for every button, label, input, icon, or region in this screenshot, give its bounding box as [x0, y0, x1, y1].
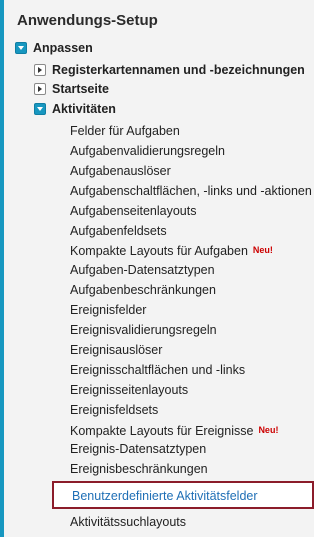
- new-badge: Neu!: [252, 245, 273, 256]
- tree-item[interactable]: Ereignisfeldsets: [70, 400, 158, 420]
- tree-item-activity-search-layouts[interactable]: Aktivitätssuchlayouts: [70, 512, 186, 532]
- highlighted-item-box: Benutzerdefinierte Aktivitätsfelder: [52, 481, 314, 509]
- tree-item-label: Aufgabenseitenlayouts: [70, 203, 197, 218]
- tree-item[interactable]: Aufgabenbeschränkungen: [70, 280, 216, 300]
- tree-item-label: Ereignisbeschränkungen: [70, 462, 208, 477]
- expand-toggle-icon[interactable]: [15, 42, 27, 54]
- tree-item-label: Felder für Aufgaben: [70, 124, 180, 138]
- tree-item-label: Ereignisfelder: [70, 303, 147, 318]
- tree-item-label: Ereignisvalidierungsregeln: [70, 323, 217, 337]
- panel-title: Anwendungs-Setup: [17, 12, 158, 29]
- new-badge: Neu!: [258, 424, 279, 435]
- tree-item-label: Aufgabenbeschränkungen: [70, 283, 216, 298]
- tree-item-label: Aufgabenauslöser: [70, 163, 171, 178]
- tree-item[interactable]: Ereignisseitenlayouts: [70, 380, 188, 400]
- tree-item[interactable]: Aufgabenseitenlayouts: [70, 201, 196, 221]
- tree-item-label: Ereignisschaltflächen und -links: [70, 362, 246, 377]
- tree-item-label: Aufgabenvalidierungsregeln: [70, 143, 225, 158]
- tree-item-label: Aufgabenfeldsets: [70, 223, 167, 238]
- tree-item-label: Aufgaben-Datensatztypen: [70, 263, 215, 278]
- tree-node-label: Startseite: [52, 82, 109, 96]
- tree-item[interactable]: Aufgabenauslöser: [70, 161, 171, 181]
- tree-node-anpassen[interactable]: Anpassen: [15, 38, 93, 58]
- tree-node-startseite[interactable]: Startseite: [34, 79, 109, 99]
- tree-item[interactable]: Ereignisschaltflächen und -links: [70, 360, 245, 380]
- tree-item[interactable]: Aufgabenfeldsets: [70, 221, 167, 241]
- tree-item[interactable]: Aufgaben-Datensatztypen: [70, 260, 215, 280]
- tree-node-label: Registerkartennamen und -bezeichnungen: [52, 63, 305, 77]
- expand-toggle-icon[interactable]: [34, 103, 46, 115]
- tree-item-label: Ereignis-Datensatztypen: [70, 442, 207, 457]
- tree-node-registerkarten[interactable]: Registerkartennamen und -bezeichnungen: [34, 60, 305, 80]
- tree-item[interactable]: Aufgabenvalidierungsregeln: [70, 141, 225, 161]
- tree-item[interactable]: Ereignis-Datensatztypen: [70, 439, 206, 459]
- tree-item[interactable]: Ereignisauslöser: [70, 340, 162, 360]
- tree-item[interactable]: Ereignisbeschränkungen: [70, 459, 208, 479]
- tree-item-label: Kompakte Layouts für Ereignisse: [70, 423, 254, 438]
- tree-item-label: Ereignisauslöser: [70, 342, 163, 357]
- custom-activity-fields-link[interactable]: Benutzerdefinierte Aktivitätsfelder: [72, 487, 258, 505]
- tree-item-label: Ereignisseitenlayouts: [70, 382, 189, 397]
- tree-item-label: Kompakte Layouts für Aufgaben: [70, 244, 248, 259]
- tree-item[interactable]: Ereignisfelder: [70, 300, 146, 320]
- tree-item[interactable]: Felder für Aufgaben: [70, 121, 180, 141]
- tree-node-label: Aktivitäten: [52, 102, 116, 116]
- tree-item[interactable]: Ereignisvalidierungsregeln: [70, 320, 217, 340]
- tree-item[interactable]: Aufgabenschaltflächen, -links und -aktio…: [70, 181, 312, 201]
- tree-node-label: Anpassen: [33, 41, 93, 55]
- tree-node-aktivitaeten[interactable]: Aktivitäten: [34, 99, 116, 119]
- tree-item-label: Ereignisfeldsets: [70, 402, 159, 417]
- tree-item[interactable]: Kompakte Layouts für Aufgaben Neu!: [70, 240, 273, 260]
- tree-item-label: Aufgabenschaltflächen, -links und -aktio…: [70, 183, 312, 198]
- setup-tree-panel: Anwendungs-Setup Anpassen Registerkarten…: [4, 0, 314, 537]
- collapse-toggle-icon[interactable]: [34, 64, 46, 76]
- tree-item[interactable]: Kompakte Layouts für Ereignisse Neu!: [70, 420, 278, 440]
- collapse-toggle-icon[interactable]: [34, 83, 46, 95]
